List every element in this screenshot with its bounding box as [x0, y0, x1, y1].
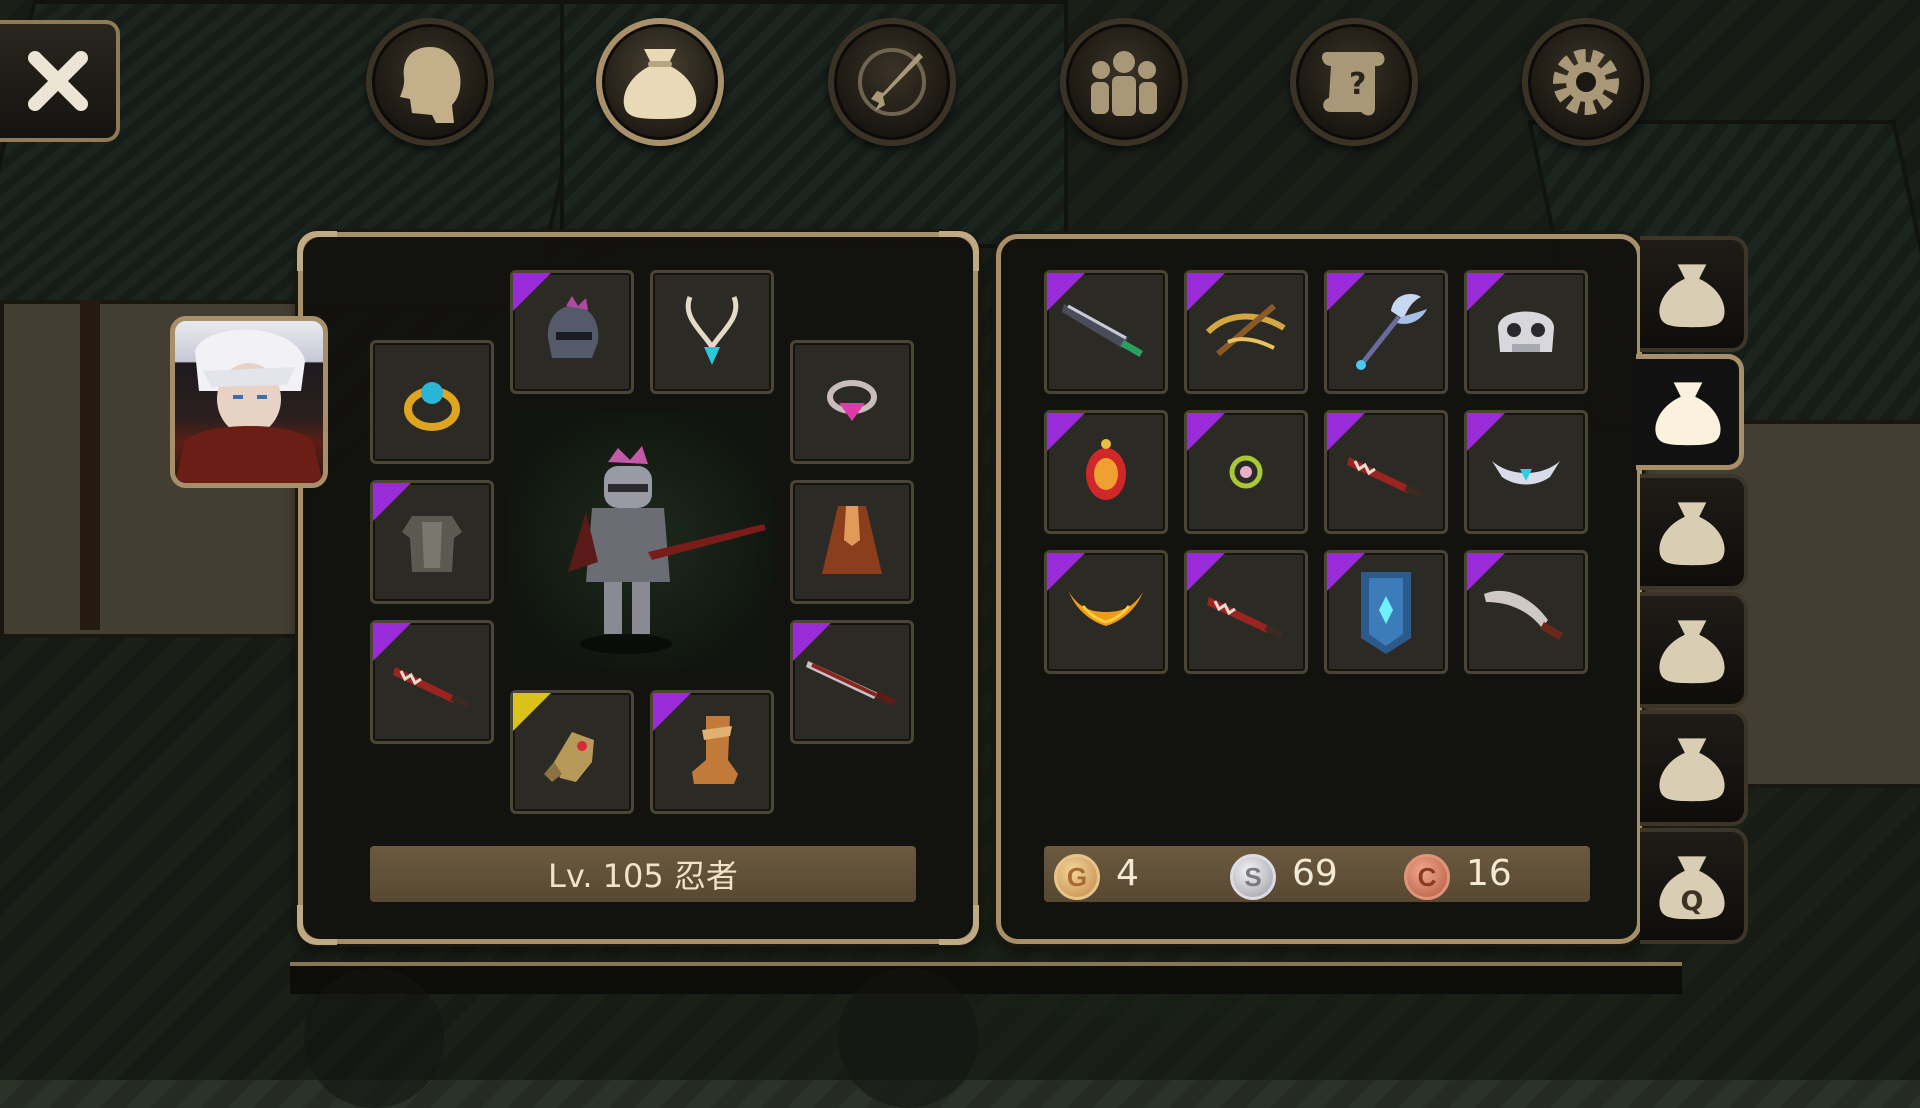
character-preview: [508, 412, 774, 670]
tab-character[interactable]: [366, 18, 494, 146]
quest-bag-label: Q: [1681, 886, 1704, 917]
quest-bag-icon: Q: [1659, 856, 1725, 920]
rarity-purple-marker: [373, 623, 411, 661]
bag-icon: [1654, 382, 1721, 446]
bag-tab-2[interactable]: [1636, 354, 1744, 470]
copper-amount: 16: [1466, 853, 1512, 894]
gear-icon: [1553, 49, 1619, 115]
bag-icon: [1659, 738, 1725, 802]
tiara-icon: [1492, 461, 1560, 485]
inventory-slot[interactable]: [1464, 550, 1588, 674]
rarity-purple-marker: [1467, 553, 1505, 591]
rarity-purple-marker: [1467, 273, 1505, 311]
pendant-necklace-icon: [685, 296, 739, 365]
rarity-purple-marker: [1047, 553, 1085, 591]
bag-tab-1[interactable]: [1640, 236, 1748, 352]
inventory-slot[interactable]: [1184, 410, 1308, 534]
cloak-icon: [822, 506, 882, 574]
silver-amount: 69: [1292, 853, 1338, 894]
rarity-gold-marker: [513, 693, 551, 731]
rarity-purple-marker: [1187, 273, 1225, 311]
inventory-slot[interactable]: [1044, 550, 1168, 674]
equip-slot-offhand[interactable]: [370, 620, 494, 744]
rarity-purple-marker: [1187, 553, 1225, 591]
inventory-slot[interactable]: [1184, 550, 1308, 674]
bag-tab-5[interactable]: [1640, 710, 1748, 826]
equip-slot-ring-left[interactable]: [370, 340, 494, 464]
inventory-slot[interactable]: [1324, 270, 1448, 394]
rarity-purple-marker: [653, 693, 691, 731]
svg-text:?: ?: [1349, 67, 1366, 102]
bag-tab-3[interactable]: [1640, 474, 1748, 590]
bag-icon: [1659, 502, 1725, 566]
inventory-slot[interactable]: [1184, 270, 1308, 394]
rarity-purple-marker: [1467, 413, 1505, 451]
close-x-icon: [28, 51, 88, 111]
gold-amount: 4: [1116, 853, 1139, 894]
equip-slot-helmet[interactable]: [510, 270, 634, 394]
inventory-slot[interactable]: [1044, 410, 1168, 534]
equip-slot-ring-right[interactable]: [790, 340, 914, 464]
rarity-purple-marker: [513, 273, 551, 311]
ninja-sprite-icon: [568, 446, 766, 654]
gold-coin-icon: G: [1054, 854, 1100, 900]
inventory-slot[interactable]: [1464, 270, 1588, 394]
rarity-purple-marker: [1047, 273, 1085, 311]
level-class-label: Lv. 105 忍者: [370, 846, 916, 902]
inventory-slot[interactable]: [1324, 550, 1448, 674]
bag-tab-4[interactable]: [1640, 592, 1748, 708]
bag-tab-quest[interactable]: Q: [1640, 828, 1748, 944]
tab-skills[interactable]: [828, 18, 956, 146]
inventory-slot[interactable]: [1324, 410, 1448, 534]
tab-inventory[interactable]: [596, 18, 724, 146]
tab-party[interactable]: [1060, 18, 1188, 146]
inventory-slot[interactable]: [1464, 410, 1588, 534]
equip-slot-necklace[interactable]: [650, 270, 774, 394]
rarity-purple-marker: [1187, 413, 1225, 451]
bag-icon: [1659, 264, 1725, 328]
gold-ring-icon: [404, 382, 460, 431]
equip-slot-weapon[interactable]: [790, 620, 914, 744]
sword-compass-icon: [858, 48, 926, 116]
group-icon: [1091, 51, 1157, 116]
rarity-purple-marker: [793, 623, 831, 661]
bottom-bar: [290, 962, 1682, 994]
rarity-purple-marker: [1327, 553, 1365, 591]
character-portrait[interactable]: [170, 316, 328, 488]
pink-gem-ring-icon: [827, 380, 877, 421]
tab-settings[interactable]: [1522, 18, 1650, 146]
currency-bar: G 4 S 69 C 16: [1044, 846, 1590, 902]
scroll-question-icon: ?: [1322, 52, 1385, 116]
flame-horns-icon: [1069, 592, 1143, 626]
head-silhouette-icon: [400, 47, 461, 123]
rarity-purple-marker: [1327, 273, 1365, 311]
bag-icon: [1659, 620, 1725, 684]
rarity-purple-marker: [373, 483, 411, 521]
equip-slot-gloves[interactable]: [510, 690, 634, 814]
silver-coin-icon: S: [1230, 854, 1276, 900]
equip-slot-cloak[interactable]: [790, 480, 914, 604]
equip-slot-boots[interactable]: [650, 690, 774, 814]
bag-icon: [623, 49, 697, 119]
equip-slot-armor[interactable]: [370, 480, 494, 604]
close-button[interactable]: [0, 20, 120, 142]
joystick-right[interactable]: [838, 968, 978, 1108]
copper-coin-icon: C: [1404, 854, 1450, 900]
tab-quests[interactable]: ?: [1290, 18, 1418, 146]
small-ring-icon: [1229, 455, 1263, 489]
joystick-left[interactable]: [304, 968, 444, 1108]
ninja-portrait-icon: [175, 329, 323, 483]
rarity-purple-marker: [1327, 413, 1365, 451]
inventory-slot[interactable]: [1044, 270, 1168, 394]
rarity-purple-marker: [1047, 413, 1085, 451]
